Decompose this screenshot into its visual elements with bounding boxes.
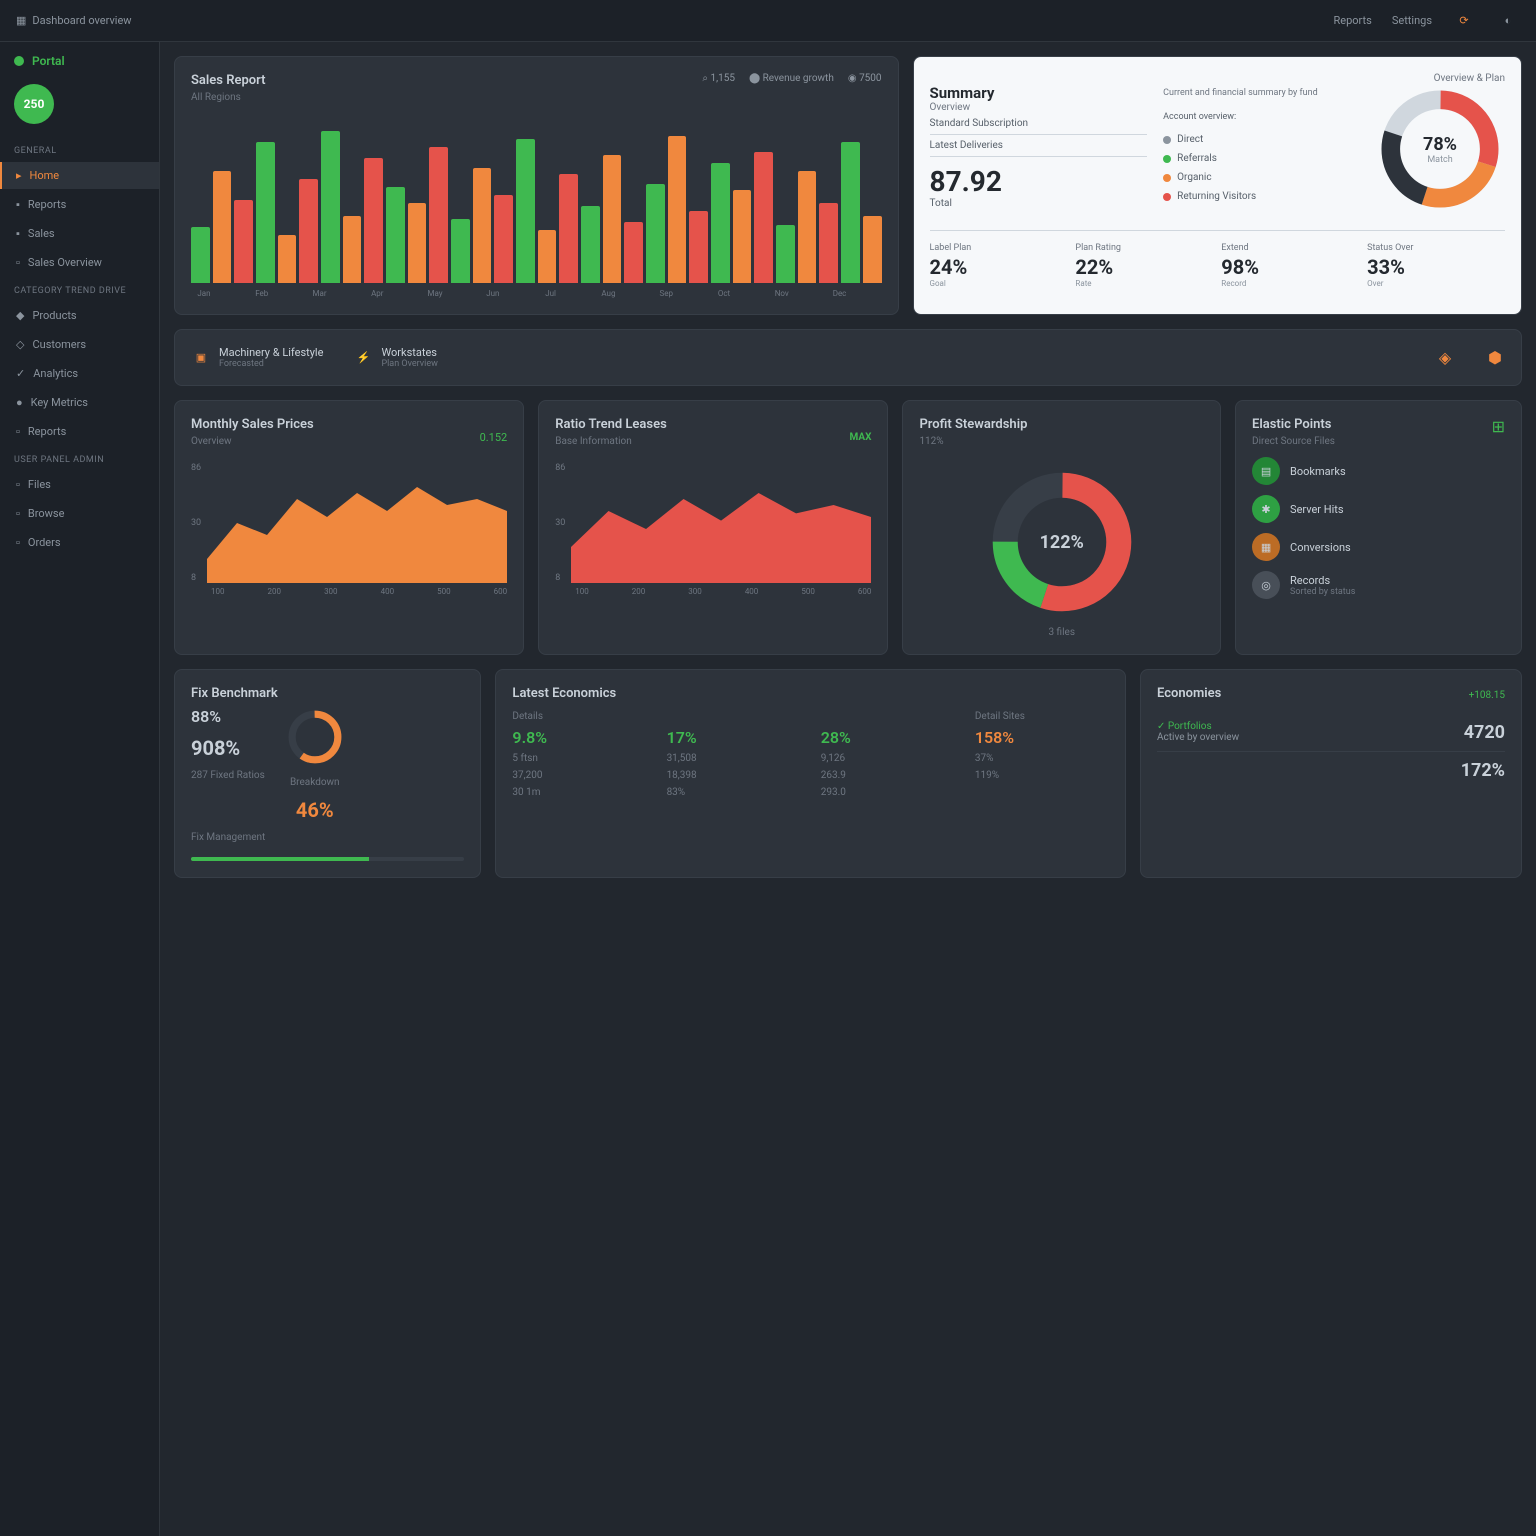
stat-progress — [191, 857, 464, 861]
legend-0: Direct — [1163, 130, 1359, 149]
convert-icon: ▦ — [1252, 533, 1280, 561]
banner-1[interactable]: ⚡WorkstatesPlan Overview — [353, 346, 437, 369]
summary-value-sub: Total — [930, 198, 1148, 209]
legend-2: Organic — [1163, 168, 1359, 187]
content: Sales Report All Regions ⌕ 1,155 ⬤ Reven… — [160, 42, 1536, 1536]
area2-svg — [571, 463, 871, 583]
kpi-1: Plan Rating22%Rate — [1075, 243, 1213, 288]
tcol-1: 17% 31,508 18,398 83% — [667, 711, 801, 798]
ek-badge: +108.15 — [1469, 690, 1505, 701]
sales-meta-1: ⬤ Revenue growth — [749, 73, 834, 84]
legend-sub: Account overview: — [1163, 108, 1359, 126]
side-group-0: General — [0, 138, 159, 160]
side-sales[interactable]: ▪ Sales — [0, 220, 159, 247]
topbar-settings[interactable]: Settings — [1392, 14, 1432, 27]
tcol-2: 28% 9,126 263.9 293.0 — [821, 711, 955, 798]
sales-title: Sales Report — [191, 73, 266, 88]
stat-card: Fix Benchmark 88% 908% 287 Fixed Ratios … — [174, 669, 481, 878]
banner-0[interactable]: ▣Machinery & LifestyleForecasted — [191, 346, 323, 369]
globe-icon[interactable]: ◐ — [1496, 9, 1520, 33]
side-products[interactable]: ◆ Products — [0, 302, 159, 329]
stat-arc — [285, 707, 345, 767]
ek-card: Economies +108.15 ✓ PortfoliosActive by … — [1140, 669, 1522, 878]
stat-title: Fix Benchmark — [191, 686, 464, 701]
bar-x-axis: Jan Feb Mar Apr May Jun Jul Aug Sep Oct … — [191, 289, 882, 298]
donut2-title: Profit Stewardship — [919, 417, 1204, 432]
area1-title: Monthly Sales Prices — [191, 417, 314, 432]
area2-card: Ratio Trend LeasesBase InformationMAX 86… — [538, 400, 888, 655]
tcol-3: Detail Sites 158% 37% 119% — [975, 711, 1109, 798]
gear-icon: ▣ — [191, 348, 211, 368]
bookmark-icon: ▤ — [1252, 457, 1280, 485]
topbar-overview[interactable]: ▦ Dashboard overview — [16, 14, 132, 27]
side-customers[interactable]: ◇ Customers — [0, 331, 159, 358]
ek-row-0: ✓ PortfoliosActive by overview 4720 — [1157, 713, 1505, 752]
kpi-2: Extend98%Record — [1221, 243, 1359, 288]
sales-meta-0: ⌕ 1,155 — [702, 73, 735, 84]
ek-row-1: 172% — [1157, 752, 1505, 789]
topbar-reports[interactable]: Reports — [1333, 14, 1371, 27]
table-title: Latest Economics — [512, 686, 1109, 701]
server-icon: ✱ — [1252, 495, 1280, 523]
side-analytics[interactable]: ✓ Analytics — [0, 360, 159, 387]
brand[interactable]: Portal — [0, 54, 159, 68]
side-metrics[interactable]: ● Key Metrics — [0, 389, 159, 416]
area1-svg — [207, 463, 507, 583]
ek-title: Economies — [1157, 686, 1221, 701]
diamond-icon[interactable]: ◈ — [1435, 348, 1455, 368]
side-browse[interactable]: ▫ Browse — [0, 500, 159, 527]
side-home[interactable]: ▸ Home — [0, 162, 159, 189]
cart-icon[interactable]: ⊞ — [1492, 417, 1505, 436]
sales-sub: All Regions — [191, 92, 266, 103]
elastic-3[interactable]: ◎RecordsSorted by status — [1252, 571, 1505, 599]
elastic-title: Elastic Points — [1252, 417, 1331, 432]
area1-card: Monthly Sales PricesOverview0.152 86308 … — [174, 400, 524, 655]
side-group-3: User Panel Admin — [0, 447, 159, 469]
sidebar-avatar[interactable]: 250 — [14, 84, 54, 124]
bar-chart — [191, 123, 882, 283]
refresh-icon[interactable]: ⟳ — [1452, 9, 1476, 33]
table-card: Latest Economics Details 9.8% 5 ftsn 37,… — [495, 669, 1126, 878]
area2-title: Ratio Trend Leases — [555, 417, 667, 432]
summary-subtitle: Overview — [930, 102, 1148, 113]
elastic-2[interactable]: ▦Conversions — [1252, 533, 1505, 561]
side-overview[interactable]: ▫ Sales Overview — [0, 249, 159, 276]
summary-list-1: Latest Deliveries — [930, 135, 1148, 157]
elastic-card: Elastic Points⊞ Direct Source Files ▤Boo… — [1235, 400, 1522, 655]
summary-header: Overview & Plan — [930, 73, 1505, 84]
summary-list-0: Standard Subscription — [930, 113, 1148, 135]
banner-card: ▣Machinery & LifestyleForecasted ⚡Workst… — [174, 329, 1522, 386]
elastic-1[interactable]: ✱Server Hits — [1252, 495, 1505, 523]
topbar: ▦ Dashboard overview Reports Settings ⟳ … — [0, 0, 1536, 42]
side-files[interactable]: ▫ Files — [0, 471, 159, 498]
legend-title: Current and financial summary by fund — [1163, 84, 1359, 102]
sales-meta-2: ◉ 7500 — [848, 73, 882, 84]
kpi-3: Status Over33%Over — [1367, 243, 1505, 288]
side-group-2: Category Trend Drive — [0, 278, 159, 300]
legend-1: Referrals — [1163, 149, 1359, 168]
donut2-card: Profit Stewardship 112% 122% 3 files — [902, 400, 1221, 655]
side-orders[interactable]: ▫ Orders — [0, 529, 159, 556]
record-icon: ◎ — [1252, 571, 1280, 599]
elastic-0[interactable]: ▤Bookmarks — [1252, 457, 1505, 485]
summary-donut: 78%Match — [1375, 84, 1505, 214]
brand-dot-icon — [14, 56, 24, 66]
bolt-icon: ⚡ — [353, 348, 373, 368]
sales-chart-card: Sales Report All Regions ⌕ 1,155 ⬤ Reven… — [174, 56, 899, 315]
legend-3: Returning Visitors — [1163, 187, 1359, 206]
shield-icon[interactable]: ⬢ — [1485, 348, 1505, 368]
summary-value: 87.92 — [930, 165, 1148, 198]
sidebar: Portal 250 General ▸ Home ▪ Reports ▪ Sa… — [0, 42, 160, 1536]
kpi-0: Label Plan24%Goal — [930, 243, 1068, 288]
summary-title: Summary — [930, 84, 1148, 102]
tcol-0: Details 9.8% 5 ftsn 37,200 30 1m — [512, 711, 646, 798]
summary-card: Overview & Plan Summary Overview Standar… — [913, 56, 1522, 315]
side-reports2[interactable]: ▫ Reports — [0, 418, 159, 445]
side-reports[interactable]: ▪ Reports — [0, 191, 159, 218]
